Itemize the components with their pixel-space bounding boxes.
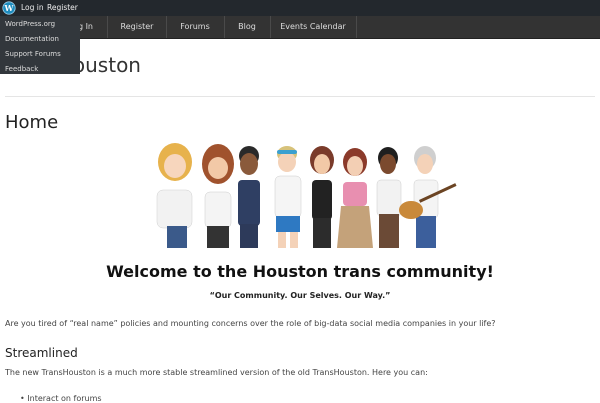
cartoon-person-1	[156, 143, 193, 248]
list-item-label: Interact on forums	[27, 394, 102, 403]
site-navigation: Log In Register Forums Blog Events Calen…	[0, 16, 600, 39]
intro-paragraph: Are you tired of “real name” policies an…	[5, 319, 496, 328]
list-item: • Interact on forums	[20, 394, 102, 403]
wordpress-dropdown-menu: WordPress.org Documentation Support Foru…	[0, 16, 80, 74]
admin-bar: W Log in Register	[0, 0, 600, 16]
nav-item-register[interactable]: Register	[108, 16, 167, 38]
nav-item-events-calendar[interactable]: Events Calendar	[270, 16, 357, 38]
divider	[5, 96, 595, 97]
wp-menu-item-support-forums[interactable]: Support Forums	[0, 48, 80, 61]
wp-menu-item-documentation[interactable]: Documentation	[0, 33, 80, 46]
cartoon-person-2	[202, 144, 234, 248]
svg-text:W: W	[4, 3, 15, 13]
cartoon-person-8	[399, 146, 457, 248]
cartoon-person-3	[238, 146, 260, 248]
cartoon-person-4	[274, 146, 302, 248]
cartoon-person-7	[376, 147, 402, 248]
nav-item-forums[interactable]: Forums	[166, 16, 225, 38]
nav-item-blog[interactable]: Blog	[224, 16, 271, 38]
section-title-streamlined: Streamlined	[5, 346, 78, 360]
admin-login-link[interactable]: Log in	[21, 0, 44, 16]
welcome-heading: Welcome to the Houston trans community!	[106, 262, 494, 281]
cartoon-person-5	[310, 146, 334, 248]
wp-menu-item-feedback[interactable]: Feedback	[0, 63, 80, 76]
community-banner-illustration	[156, 143, 457, 248]
admin-register-link[interactable]: Register	[47, 0, 78, 16]
tagline: “Our Community. Our Selves. Our Way.”	[209, 291, 391, 300]
cartoon-person-6	[337, 148, 373, 248]
wp-menu-item-wordpress-org[interactable]: WordPress.org	[0, 18, 80, 31]
page-title: Home	[5, 112, 59, 133]
wordpress-logo-icon[interactable]: W	[2, 1, 16, 15]
section-paragraph: The new TransHouston is a much more stab…	[5, 368, 428, 377]
